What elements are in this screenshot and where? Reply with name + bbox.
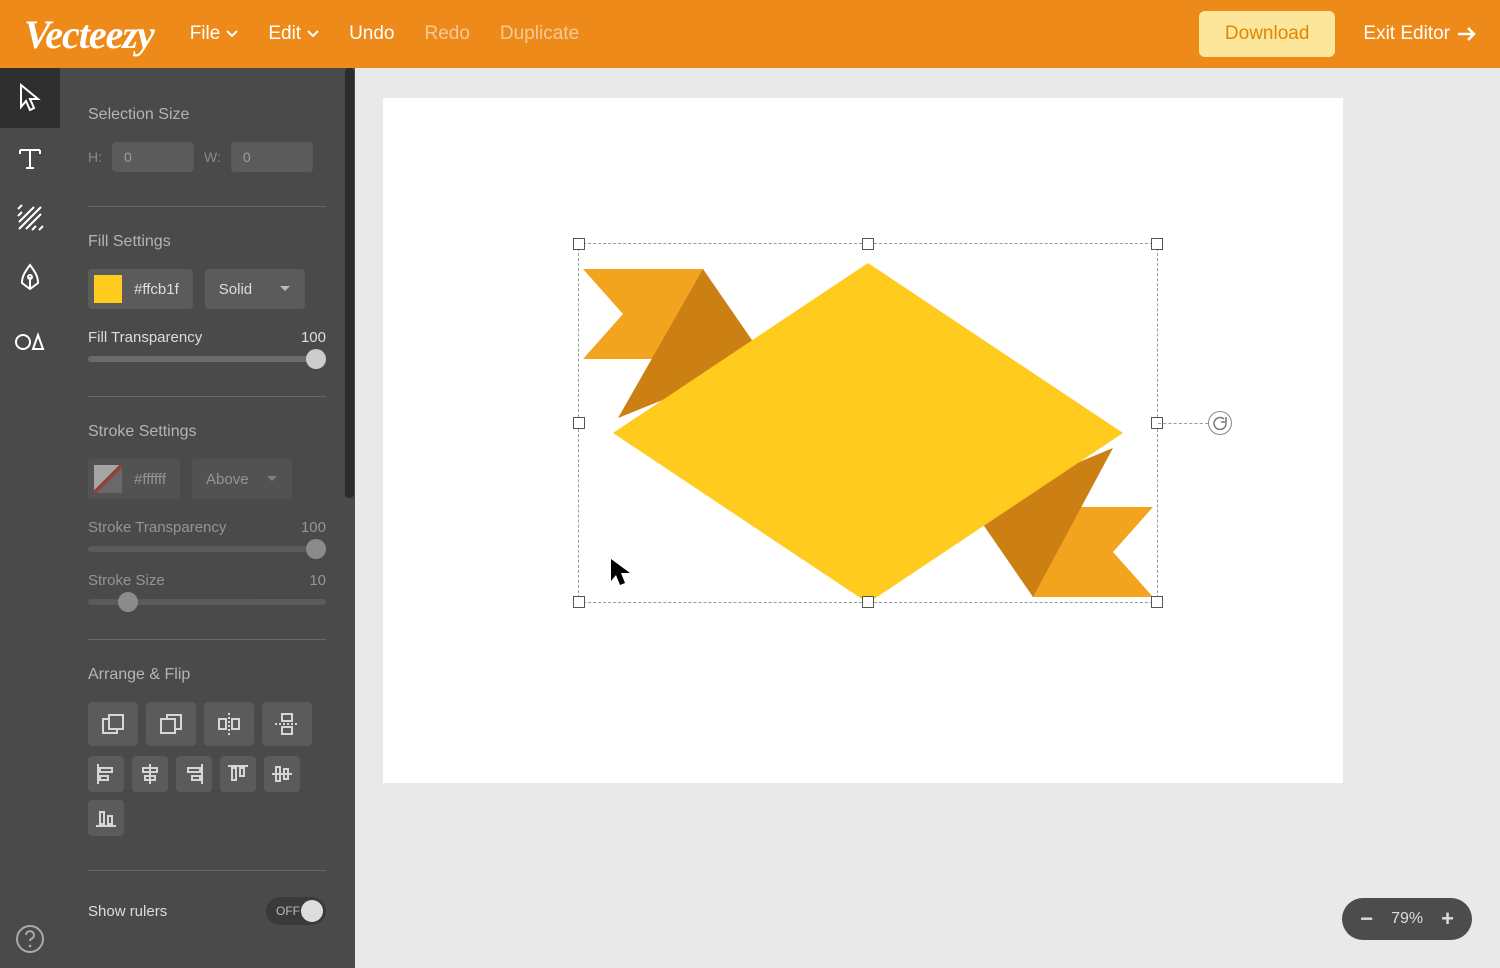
zoom-in-button[interactable]: + <box>1441 908 1454 930</box>
arrange-flip-section: Arrange & Flip <box>88 639 326 870</box>
stroke-hex-value: #ffffff <box>134 471 166 488</box>
align-center-h-button[interactable] <box>132 756 168 792</box>
menu-file[interactable]: File <box>190 23 239 45</box>
handle-s[interactable] <box>862 596 874 608</box>
artboard-icon <box>16 204 44 232</box>
stroke-settings-section: Stroke Settings #ffffff Above Stroke Tra… <box>88 396 326 639</box>
send-backward-button[interactable] <box>88 702 138 746</box>
selection-box[interactable] <box>578 243 1158 603</box>
rotate-handle[interactable] <box>1208 411 1232 435</box>
handle-ne[interactable] <box>1151 238 1163 250</box>
fill-hex-value: #ffcb1f <box>134 281 179 298</box>
align-right-button[interactable] <box>176 756 212 792</box>
menu-duplicate[interactable]: Duplicate <box>500 23 579 45</box>
fill-settings-section: Fill Settings #ffcb1f Solid Fill Transpa… <box>88 206 326 396</box>
flip-horizontal-button[interactable] <box>204 702 254 746</box>
slider-knob[interactable] <box>118 592 138 612</box>
handle-w[interactable] <box>573 417 585 429</box>
handle-nw[interactable] <box>573 238 585 250</box>
slider-knob[interactable] <box>306 539 326 559</box>
rulers-section: Show rulers OFF <box>88 870 326 935</box>
section-title: Arrange & Flip <box>88 666 326 684</box>
toggle-state: OFF <box>276 904 300 918</box>
rotate-icon <box>1213 416 1227 430</box>
cursor-icon <box>608 558 634 588</box>
tool-pointer[interactable] <box>0 68 60 128</box>
fill-transparency-value: 100 <box>301 329 326 346</box>
tool-pen[interactable] <box>0 248 60 308</box>
help-icon <box>15 924 45 954</box>
menu-redo[interactable]: Redo <box>425 23 470 45</box>
text-icon <box>16 144 44 172</box>
show-rulers-label: Show rulers <box>88 903 167 920</box>
handle-se[interactable] <box>1151 596 1163 608</box>
shapes-icon <box>15 324 45 352</box>
section-title: Selection Size <box>88 106 326 124</box>
canvas[interactable] <box>383 98 1343 783</box>
stroke-color-picker[interactable]: #ffffff <box>88 459 180 499</box>
stroke-transparency-label: Stroke Transparency <box>88 519 226 536</box>
chevron-down-icon <box>279 285 291 293</box>
stroke-transparency-slider[interactable] <box>88 546 326 552</box>
top-menu: File Edit Undo Redo Duplicate <box>190 23 579 45</box>
zoom-value: 79% <box>1391 910 1423 928</box>
properties-panel: Selection Size H: W: Fill Settings #ffcb… <box>60 68 350 968</box>
height-input[interactable] <box>112 142 194 172</box>
tool-artboard[interactable] <box>0 188 60 248</box>
width-label: W: <box>204 149 221 165</box>
align-left-button[interactable] <box>88 756 124 792</box>
align-center-v-button[interactable] <box>264 756 300 792</box>
help-button[interactable] <box>0 924 60 954</box>
zoom-out-button[interactable]: − <box>1360 908 1373 930</box>
chevron-down-icon <box>266 475 278 483</box>
stroke-transparency-value: 100 <box>301 519 326 536</box>
width-input[interactable] <box>231 142 313 172</box>
height-label: H: <box>88 149 102 165</box>
exit-editor-button[interactable]: Exit Editor <box>1363 23 1476 45</box>
stroke-size-value: 10 <box>309 572 326 589</box>
slider-knob[interactable] <box>306 349 326 369</box>
pen-icon <box>17 263 43 293</box>
rotate-connector <box>1158 423 1208 424</box>
flip-vertical-button[interactable] <box>262 702 312 746</box>
menu-edit[interactable]: Edit <box>268 23 319 45</box>
section-title: Fill Settings <box>88 233 326 251</box>
toggle-knob <box>301 900 323 922</box>
panel-scrollbar[interactable] <box>345 68 354 498</box>
arrow-right-icon <box>1458 27 1476 41</box>
fill-color-picker[interactable]: #ffcb1f <box>88 269 193 309</box>
section-title: Stroke Settings <box>88 423 326 441</box>
stroke-size-slider[interactable] <box>88 599 326 605</box>
chevron-down-icon <box>307 28 319 40</box>
selection-size-section: Selection Size H: W: <box>88 96 326 206</box>
align-bottom-button[interactable] <box>88 800 124 836</box>
align-top-button[interactable] <box>220 756 256 792</box>
fill-swatch <box>94 275 122 303</box>
tool-text[interactable] <box>0 128 60 188</box>
app-header: Vecteezy File Edit Undo Redo Duplicate D… <box>0 0 1500 68</box>
pointer-icon <box>17 83 43 113</box>
menu-undo[interactable]: Undo <box>349 23 394 45</box>
handle-n[interactable] <box>862 238 874 250</box>
tool-shapes[interactable] <box>0 308 60 368</box>
work-area[interactable]: − 79% + <box>355 68 1500 968</box>
stroke-swatch <box>94 465 122 493</box>
tool-rail <box>0 68 60 968</box>
chevron-down-icon <box>226 28 238 40</box>
zoom-control: − 79% + <box>1342 898 1472 940</box>
fill-transparency-slider[interactable] <box>88 356 326 362</box>
download-button[interactable]: Download <box>1199 11 1336 57</box>
handle-sw[interactable] <box>573 596 585 608</box>
bring-forward-button[interactable] <box>146 702 196 746</box>
fill-type-dropdown[interactable]: Solid <box>205 269 305 309</box>
show-rulers-toggle[interactable]: OFF <box>266 897 326 925</box>
fill-transparency-label: Fill Transparency <box>88 329 202 346</box>
stroke-size-label: Stroke Size <box>88 572 165 589</box>
logo: Vecteezy <box>24 11 154 58</box>
stroke-position-dropdown[interactable]: Above <box>192 459 292 499</box>
